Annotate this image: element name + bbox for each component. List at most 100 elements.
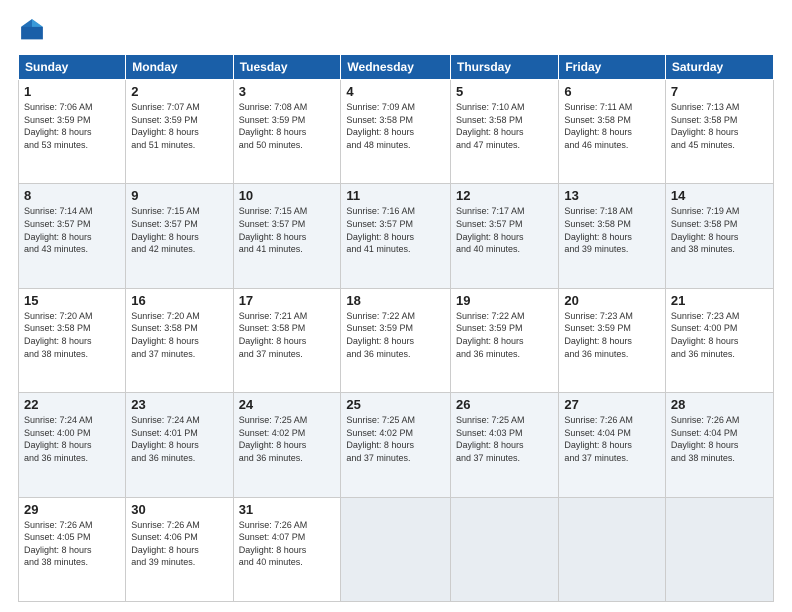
day-cell-18: 18 Sunrise: 7:22 AM Sunset: 3:59 PM Dayli… xyxy=(341,288,451,392)
day-info: Sunrise: 7:24 AM Sunset: 4:01 PM Dayligh… xyxy=(131,414,227,464)
day-number: 13 xyxy=(564,188,660,203)
day-number: 12 xyxy=(456,188,553,203)
day-number: 3 xyxy=(239,84,336,99)
day-number: 25 xyxy=(346,397,445,412)
day-number: 2 xyxy=(131,84,227,99)
day-info: Sunrise: 7:26 AM Sunset: 4:04 PM Dayligh… xyxy=(564,414,660,464)
day-cell-20: 20 Sunrise: 7:23 AM Sunset: 3:59 PM Dayli… xyxy=(559,288,666,392)
day-info: Sunrise: 7:25 AM Sunset: 4:02 PM Dayligh… xyxy=(239,414,336,464)
weekday-header-wednesday: Wednesday xyxy=(341,55,451,80)
day-info: Sunrise: 7:26 AM Sunset: 4:07 PM Dayligh… xyxy=(239,519,336,569)
day-info: Sunrise: 7:13 AM Sunset: 3:58 PM Dayligh… xyxy=(671,101,768,151)
empty-cell xyxy=(559,497,666,601)
day-cell-27: 27 Sunrise: 7:26 AM Sunset: 4:04 PM Dayli… xyxy=(559,393,666,497)
calendar-week-1: 1 Sunrise: 7:06 AM Sunset: 3:59 PM Daylig… xyxy=(19,80,774,184)
day-info: Sunrise: 7:16 AM Sunset: 3:57 PM Dayligh… xyxy=(346,205,445,255)
day-info: Sunrise: 7:11 AM Sunset: 3:58 PM Dayligh… xyxy=(564,101,660,151)
day-cell-31: 31Sunrise: 7:26 AM Sunset: 4:07 PM Dayli… xyxy=(233,497,341,601)
day-info: Sunrise: 7:06 AM Sunset: 3:59 PM Dayligh… xyxy=(24,101,120,151)
day-cell-10: 10 Sunrise: 7:15 AM Sunset: 3:57 PM Dayli… xyxy=(233,184,341,288)
weekday-header-tuesday: Tuesday xyxy=(233,55,341,80)
day-cell-12: 12 Sunrise: 7:17 AM Sunset: 3:57 PM Dayli… xyxy=(451,184,559,288)
page: SundayMondayTuesdayWednesdayThursdayFrid… xyxy=(0,0,792,612)
logo xyxy=(18,16,50,44)
day-cell-1: 1 Sunrise: 7:06 AM Sunset: 3:59 PM Daylig… xyxy=(19,80,126,184)
day-cell-28: 28Sunrise: 7:26 AM Sunset: 4:04 PM Dayli… xyxy=(665,393,773,497)
day-number: 14 xyxy=(671,188,768,203)
day-info: Sunrise: 7:09 AM Sunset: 3:58 PM Dayligh… xyxy=(346,101,445,151)
day-info: Sunrise: 7:15 AM Sunset: 3:57 PM Dayligh… xyxy=(239,205,336,255)
day-cell-21: 21 Sunrise: 7:23 AM Sunset: 4:00 PM Dayli… xyxy=(665,288,773,392)
day-info: Sunrise: 7:20 AM Sunset: 3:58 PM Dayligh… xyxy=(131,310,227,360)
day-cell-11: 11 Sunrise: 7:16 AM Sunset: 3:57 PM Dayli… xyxy=(341,184,451,288)
day-info: Sunrise: 7:26 AM Sunset: 4:06 PM Dayligh… xyxy=(131,519,227,569)
day-number: 8 xyxy=(24,188,120,203)
day-cell-19: 19 Sunrise: 7:22 AM Sunset: 3:59 PM Dayli… xyxy=(451,288,559,392)
day-cell-23: 23Sunrise: 7:24 AM Sunset: 4:01 PM Dayli… xyxy=(126,393,233,497)
day-cell-13: 13 Sunrise: 7:18 AM Sunset: 3:58 PM Dayli… xyxy=(559,184,666,288)
day-cell-17: 17 Sunrise: 7:21 AM Sunset: 3:58 PM Dayli… xyxy=(233,288,341,392)
day-info: Sunrise: 7:15 AM Sunset: 3:57 PM Dayligh… xyxy=(131,205,227,255)
day-cell-16: 16 Sunrise: 7:20 AM Sunset: 3:58 PM Dayli… xyxy=(126,288,233,392)
day-cell-7: 7 Sunrise: 7:13 AM Sunset: 3:58 PM Daylig… xyxy=(665,80,773,184)
day-cell-6: 6 Sunrise: 7:11 AM Sunset: 3:58 PM Daylig… xyxy=(559,80,666,184)
day-cell-4: 4 Sunrise: 7:09 AM Sunset: 3:58 PM Daylig… xyxy=(341,80,451,184)
empty-cell xyxy=(665,497,773,601)
calendar-table: SundayMondayTuesdayWednesdayThursdayFrid… xyxy=(18,54,774,602)
calendar-week-4: 22Sunrise: 7:24 AM Sunset: 4:00 PM Dayli… xyxy=(19,393,774,497)
day-number: 30 xyxy=(131,502,227,517)
day-info: Sunrise: 7:26 AM Sunset: 4:05 PM Dayligh… xyxy=(24,519,120,569)
day-number: 6 xyxy=(564,84,660,99)
day-cell-24: 24Sunrise: 7:25 AM Sunset: 4:02 PM Dayli… xyxy=(233,393,341,497)
day-number: 29 xyxy=(24,502,120,517)
day-cell-8: 8 Sunrise: 7:14 AM Sunset: 3:57 PM Daylig… xyxy=(19,184,126,288)
day-cell-30: 30 Sunrise: 7:26 AM Sunset: 4:06 PM Dayli… xyxy=(126,497,233,601)
day-number: 1 xyxy=(24,84,120,99)
day-info: Sunrise: 7:25 AM Sunset: 4:02 PM Dayligh… xyxy=(346,414,445,464)
day-number: 15 xyxy=(24,293,120,308)
day-number: 28 xyxy=(671,397,768,412)
day-cell-25: 25 Sunrise: 7:25 AM Sunset: 4:02 PM Dayli… xyxy=(341,393,451,497)
day-info: Sunrise: 7:17 AM Sunset: 3:57 PM Dayligh… xyxy=(456,205,553,255)
day-number: 5 xyxy=(456,84,553,99)
day-number: 17 xyxy=(239,293,336,308)
day-info: Sunrise: 7:19 AM Sunset: 3:58 PM Dayligh… xyxy=(671,205,768,255)
day-number: 19 xyxy=(456,293,553,308)
day-info: Sunrise: 7:20 AM Sunset: 3:58 PM Dayligh… xyxy=(24,310,120,360)
day-number: 18 xyxy=(346,293,445,308)
day-number: 4 xyxy=(346,84,445,99)
day-info: Sunrise: 7:22 AM Sunset: 3:59 PM Dayligh… xyxy=(456,310,553,360)
day-info: Sunrise: 7:23 AM Sunset: 3:59 PM Dayligh… xyxy=(564,310,660,360)
empty-cell xyxy=(341,497,451,601)
logo-icon xyxy=(18,16,46,44)
day-info: Sunrise: 7:21 AM Sunset: 3:58 PM Dayligh… xyxy=(239,310,336,360)
day-number: 21 xyxy=(671,293,768,308)
day-info: Sunrise: 7:07 AM Sunset: 3:59 PM Dayligh… xyxy=(131,101,227,151)
weekday-header-monday: Monday xyxy=(126,55,233,80)
day-number: 16 xyxy=(131,293,227,308)
day-cell-22: 22Sunrise: 7:24 AM Sunset: 4:00 PM Dayli… xyxy=(19,393,126,497)
weekday-header-sunday: Sunday xyxy=(19,55,126,80)
day-number: 20 xyxy=(564,293,660,308)
day-number: 11 xyxy=(346,188,445,203)
day-cell-3: 3 Sunrise: 7:08 AM Sunset: 3:59 PM Daylig… xyxy=(233,80,341,184)
empty-cell xyxy=(451,497,559,601)
day-cell-26: 26 Sunrise: 7:25 AM Sunset: 4:03 PM Dayli… xyxy=(451,393,559,497)
day-info: Sunrise: 7:23 AM Sunset: 4:00 PM Dayligh… xyxy=(671,310,768,360)
day-cell-2: 2 Sunrise: 7:07 AM Sunset: 3:59 PM Daylig… xyxy=(126,80,233,184)
day-cell-5: 5 Sunrise: 7:10 AM Sunset: 3:58 PM Daylig… xyxy=(451,80,559,184)
day-info: Sunrise: 7:08 AM Sunset: 3:59 PM Dayligh… xyxy=(239,101,336,151)
day-info: Sunrise: 7:25 AM Sunset: 4:03 PM Dayligh… xyxy=(456,414,553,464)
calendar-week-3: 15 Sunrise: 7:20 AM Sunset: 3:58 PM Dayli… xyxy=(19,288,774,392)
day-number: 7 xyxy=(671,84,768,99)
day-info: Sunrise: 7:22 AM Sunset: 3:59 PM Dayligh… xyxy=(346,310,445,360)
day-info: Sunrise: 7:10 AM Sunset: 3:58 PM Dayligh… xyxy=(456,101,553,151)
day-number: 27 xyxy=(564,397,660,412)
weekday-header-thursday: Thursday xyxy=(451,55,559,80)
day-cell-14: 14 Sunrise: 7:19 AM Sunset: 3:58 PM Dayli… xyxy=(665,184,773,288)
day-info: Sunrise: 7:14 AM Sunset: 3:57 PM Dayligh… xyxy=(24,205,120,255)
day-number: 26 xyxy=(456,397,553,412)
calendar-week-5: 29 Sunrise: 7:26 AM Sunset: 4:05 PM Dayli… xyxy=(19,497,774,601)
day-info: Sunrise: 7:18 AM Sunset: 3:58 PM Dayligh… xyxy=(564,205,660,255)
day-number: 10 xyxy=(239,188,336,203)
